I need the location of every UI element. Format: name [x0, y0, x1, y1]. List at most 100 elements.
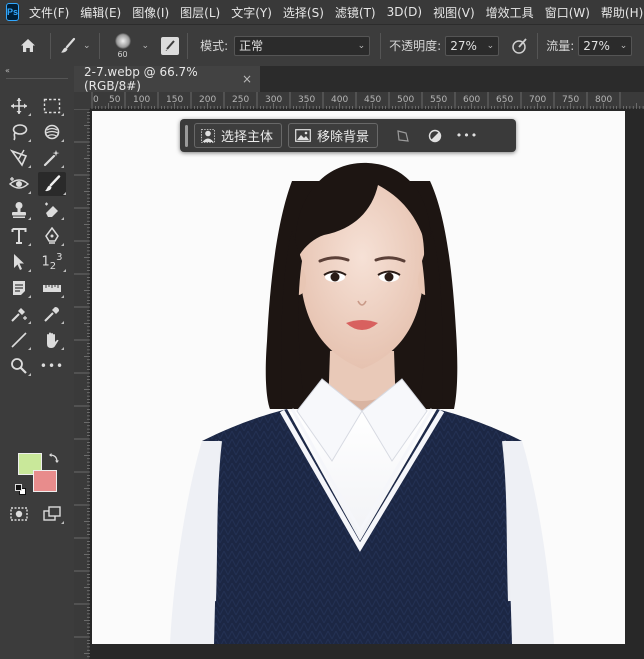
rectangular-marquee-icon: [43, 98, 61, 114]
more-options-button[interactable]: •••: [454, 123, 480, 148]
menu-window[interactable]: 窗口(W): [545, 4, 590, 21]
eyedropper-tool[interactable]: [40, 303, 64, 325]
ruler-label: 600: [463, 95, 481, 105]
transform-selection-button[interactable]: [390, 123, 416, 148]
crop-tool[interactable]: [7, 147, 31, 169]
photoshop-logo-icon[interactable]: Ps: [6, 3, 20, 21]
pen-tool[interactable]: [40, 225, 64, 247]
line-icon: [11, 332, 27, 348]
line-tool[interactable]: [7, 329, 31, 351]
more-dots-icon: •••: [455, 129, 479, 142]
default-colors-icon[interactable]: [15, 484, 27, 496]
count-tool[interactable]: 123: [38, 251, 66, 273]
menu-select[interactable]: 选择(S): [283, 4, 324, 21]
vertical-ruler[interactable]: [74, 109, 90, 659]
menu-image[interactable]: 图像(I): [132, 4, 169, 21]
menu-3d[interactable]: 3D(D): [387, 5, 422, 19]
ruler-tick-marks: [74, 109, 90, 658]
flow-input[interactable]: 27% ⌄: [578, 35, 633, 56]
opacity-input[interactable]: 27% ⌄: [445, 35, 500, 56]
ruler-label: 700: [529, 95, 547, 105]
ruler-label: 800: [595, 95, 613, 105]
soft-brush-tip-icon: [114, 32, 131, 49]
object-selection-tool[interactable]: [40, 121, 64, 143]
ruler-origin[interactable]: [74, 92, 90, 109]
more-dots-icon: •••: [39, 359, 65, 373]
ruler-label: 0: [93, 95, 99, 105]
chevron-down-icon[interactable]: ⌄: [83, 41, 91, 51]
brush-tool[interactable]: [38, 172, 66, 196]
menu-type[interactable]: 文字(Y): [231, 4, 272, 21]
collapse-panel-button[interactable]: «: [0, 66, 74, 76]
clone-stamp-tool[interactable]: [7, 199, 31, 221]
marquee-tool[interactable]: [40, 95, 64, 117]
quick-mask-icon: [10, 507, 28, 521]
swap-colors-icon[interactable]: [48, 449, 60, 468]
ruler-label: 750: [562, 95, 580, 105]
menu-layer[interactable]: 图层(L): [180, 4, 220, 21]
close-icon[interactable]: ×: [242, 72, 252, 86]
document-tab-title: 2-7.webp @ 66.7%(RGB/8#): [84, 65, 198, 93]
opacity-label: 不透明度:: [389, 39, 442, 53]
type-tool[interactable]: [7, 225, 31, 247]
path-selection-tool[interactable]: [7, 251, 31, 273]
pressure-opacity-icon[interactable]: [511, 37, 529, 55]
document-tab[interactable]: 2-7.webp @ 66.7%(RGB/8#) ×: [74, 65, 260, 93]
chevron-down-icon[interactable]: ⌄: [142, 41, 150, 51]
half-circle-icon: [428, 129, 442, 142]
separator: [187, 32, 189, 59]
mask-adjust-button[interactable]: [422, 123, 448, 148]
magic-wand-tool[interactable]: [40, 147, 64, 169]
chevron-down-icon[interactable]: ⌄: [487, 41, 495, 51]
perspective-crop-icon: [10, 149, 28, 167]
brush-settings-panel-icon[interactable]: [161, 36, 180, 55]
menu-help[interactable]: 帮助(H): [601, 4, 643, 21]
mode-select[interactable]: 正常 ⌄: [234, 35, 371, 56]
color-sampler-tool[interactable]: [7, 303, 31, 325]
separator: [380, 32, 382, 59]
lasso-tool[interactable]: [7, 121, 31, 143]
magic-wand-icon: [43, 150, 60, 167]
flow-value: 27%: [583, 38, 610, 53]
background-color-swatch[interactable]: [33, 470, 57, 492]
move-tool[interactable]: [7, 95, 31, 117]
horizontal-ruler[interactable]: 0 50 100 150 200 250 300 350 400 450 500…: [90, 92, 644, 109]
menu-edit[interactable]: 编辑(E): [80, 4, 121, 21]
canvas-workspace[interactable]: [90, 109, 644, 659]
red-eye-tool[interactable]: [7, 173, 31, 195]
color-sampler-icon: [11, 308, 27, 322]
object-selection-icon: [44, 124, 60, 140]
document-tab-bar: 2-7.webp @ 66.7%(RGB/8#) ×: [74, 65, 644, 93]
eraser-tool[interactable]: [40, 199, 64, 221]
select-subject-button[interactable]: 选择主体: [194, 123, 283, 148]
home-icon[interactable]: [18, 36, 38, 56]
brush-tool-preset-icon[interactable]: ⌄: [59, 37, 91, 55]
ruler-label: 300: [265, 95, 283, 105]
screen-mode-button[interactable]: [40, 503, 64, 525]
pen-icon: [45, 227, 59, 244]
brush-preset-picker[interactable]: 60: [108, 28, 138, 64]
ruler-icon: [43, 285, 61, 292]
chevron-down-icon[interactable]: ⌄: [620, 41, 628, 51]
hand-tool[interactable]: [40, 329, 64, 351]
quick-mask-button[interactable]: [7, 503, 31, 525]
ruler-label: 200: [199, 95, 217, 105]
options-bar: ⌄ 60 ⌄ 模式: 正常 ⌄ 不透明度: 27% ⌄ 流量: 27% ⌄: [0, 24, 644, 66]
document-canvas[interactable]: [92, 111, 625, 644]
mode-label: 模式:: [200, 39, 229, 53]
menu-view[interactable]: 视图(V): [433, 4, 475, 21]
notes-tool[interactable]: [7, 277, 31, 299]
ruler-tool[interactable]: [40, 277, 64, 299]
menu-filter[interactable]: 滤镜(T): [335, 4, 376, 21]
menu-file[interactable]: 文件(F): [29, 4, 69, 21]
zoom-tool[interactable]: [7, 355, 31, 377]
drag-handle[interactable]: [185, 124, 188, 147]
remove-background-button[interactable]: 移除背景: [288, 123, 379, 148]
eyedropper-icon: [44, 307, 59, 322]
red-eye-icon: [9, 177, 29, 189]
panel-divider: [6, 78, 68, 79]
menu-plugins[interactable]: 增效工具: [486, 4, 534, 21]
brush-icon: [45, 175, 61, 192]
edit-toolbar-button[interactable]: •••: [40, 355, 64, 377]
remove-background-label: 移除背景: [317, 130, 370, 145]
